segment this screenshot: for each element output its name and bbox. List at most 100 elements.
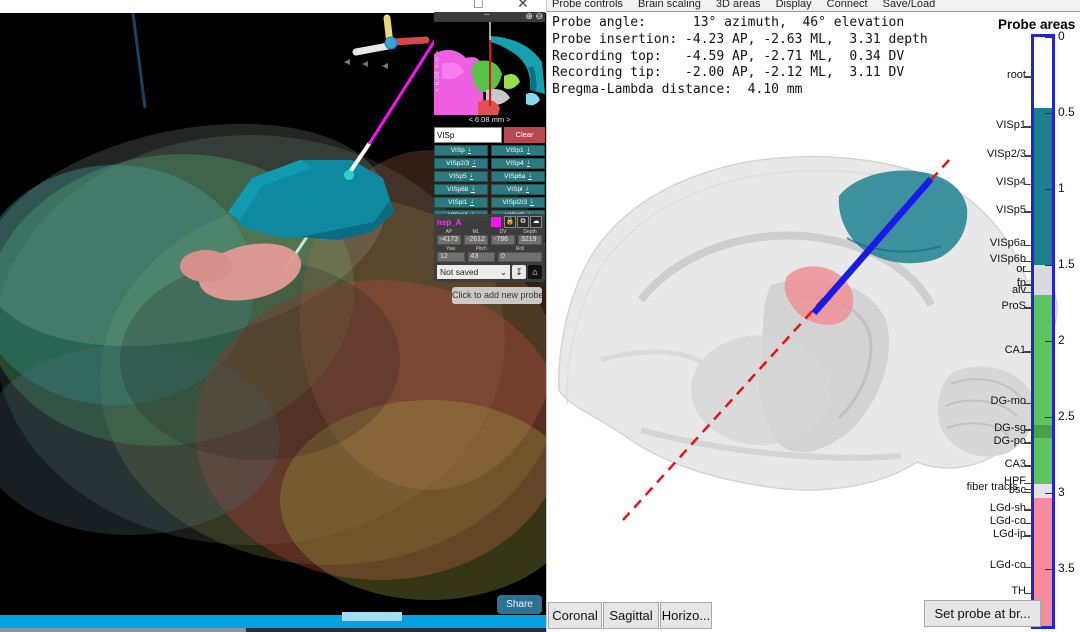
- region-label-ca1: CA1: [1005, 344, 1026, 356]
- depth-tick: [1045, 189, 1054, 191]
- bar-segment: [1034, 265, 1052, 295]
- region-label-visp4: VISp4: [996, 176, 1026, 188]
- duplicate-icon[interactable]: ⧉: [517, 216, 529, 228]
- field-value-depth[interactable]: 3219: [518, 235, 542, 245]
- view-button-coronal[interactable]: Coronal: [548, 602, 602, 629]
- region-tick: [1024, 535, 1032, 537]
- maximize-icon[interactable]: □: [474, 0, 482, 11]
- app-window: □ ✕: [0, 0, 1080, 632]
- region-tick: [1024, 465, 1032, 467]
- area-button-visp6b[interactable]: VISp6b↓: [434, 184, 488, 195]
- bar-segment: [1034, 438, 1052, 484]
- set-probe-at-bregma-button[interactable]: Set probe at br...: [924, 600, 1041, 627]
- cloud-icon[interactable]: ☁: [530, 216, 542, 228]
- download-icon: ↓: [470, 173, 474, 180]
- save-state-value: Not saved: [440, 265, 500, 279]
- area-button-visp1[interactable]: VISp1↓: [491, 145, 545, 156]
- depth-tick: [1045, 113, 1054, 115]
- region-label-lgd-co: LGd-co: [990, 559, 1026, 571]
- area-button-visp5[interactable]: VISp5↓: [434, 171, 488, 182]
- region-tick: [1024, 593, 1032, 595]
- region-label-th: TH: [1011, 585, 1026, 597]
- field-value-yaw[interactable]: 12: [437, 252, 465, 262]
- region-tick: [1024, 351, 1032, 353]
- region-label-root: root: [1007, 69, 1026, 81]
- region-tick: [1024, 403, 1032, 405]
- area-button-label: VISp5: [449, 173, 467, 180]
- area-button-visp4[interactable]: VISp4↓: [491, 158, 545, 169]
- depth-tick: [1045, 493, 1054, 495]
- download-icon: ↓: [470, 199, 474, 206]
- area-button-label: VISpl1: [448, 199, 467, 206]
- depth-tick-label: 0: [1058, 29, 1065, 43]
- area-button-vispl2-3[interactable]: VISpl2/3↓: [491, 197, 545, 208]
- area-button-visp2-3[interactable]: VISp2/3↓: [434, 158, 488, 169]
- field-value-ml[interactable]: -2612: [464, 235, 488, 245]
- bar-segment: [1034, 425, 1052, 439]
- save-icon[interactable]: ↧: [512, 265, 526, 279]
- taskbar[interactable]: [0, 615, 546, 628]
- area-button-label: VISp6a: [504, 173, 525, 180]
- share-button[interactable]: Share: [497, 595, 542, 614]
- atlas-panel-titlebar[interactable]: – ⊕ ⊖: [434, 12, 545, 22]
- left-3d-pane: □ ✕: [0, 0, 546, 632]
- area-search-input[interactable]: [434, 127, 502, 143]
- depth-tick: [1045, 265, 1054, 267]
- brain-silhouette: [559, 157, 1057, 490]
- region-tick: [1024, 126, 1032, 128]
- slice-scale-left: < 6.08 mm >: [434, 50, 441, 92]
- lock-icon[interactable]: 🔒: [504, 216, 516, 228]
- region-label-lgd-co: LGd-co: [990, 515, 1026, 527]
- depth-tick-label: 2.5: [1058, 409, 1075, 423]
- zoom-in-icon[interactable]: ⊕: [525, 11, 533, 22]
- field-value-dv[interactable]: -786: [491, 235, 515, 245]
- probe-color-swatch[interactable]: [491, 217, 501, 227]
- depth-tick: [1045, 569, 1054, 571]
- zoom-out-icon[interactable]: ⊖: [535, 11, 543, 22]
- depth-tick-label: 0.5: [1058, 105, 1075, 119]
- area-button-label: VISp4: [506, 160, 524, 167]
- region-tick: [1024, 492, 1032, 494]
- region-tick: [1024, 155, 1032, 157]
- region-label-visp5: VISp5: [996, 204, 1026, 216]
- area-button-label: VISp2/3: [446, 160, 469, 167]
- area-button-visp[interactable]: VISp↓: [434, 145, 488, 156]
- depth-tick-label: 1.5: [1058, 257, 1075, 271]
- save-state-dropdown[interactable]: Not saved ⌄: [437, 265, 510, 279]
- home-icon[interactable]: ⌂: [528, 265, 542, 279]
- view-button-horizo-[interactable]: Horizo...: [660, 602, 712, 629]
- region-tick: [1024, 184, 1032, 186]
- collapse-dash-icon[interactable]: –: [484, 9, 490, 20]
- region-tick: [1024, 523, 1032, 525]
- clear-search-button[interactable]: Clear: [504, 127, 545, 143]
- coronal-slice-thumbnail[interactable]: [434, 22, 545, 115]
- taskbar-tooltip-box: [342, 612, 402, 621]
- area-button-label: VISpl2/3: [502, 199, 527, 206]
- probe-coordinate-fields: AP-4173ML-2612DV-786Depth3219: [437, 229, 542, 245]
- region-tick: [1024, 284, 1032, 286]
- field-value-roll[interactable]: 0: [498, 252, 542, 262]
- depth-tick-label: 3: [1058, 485, 1065, 499]
- region-tick: [1024, 567, 1032, 569]
- region-tick: [1024, 483, 1032, 485]
- area-button-label: VISp1: [506, 147, 524, 154]
- field-value-ap[interactable]: -4173: [437, 235, 461, 245]
- region-tick: [1024, 211, 1032, 213]
- region-tick: [1024, 429, 1032, 431]
- region-tick: [1024, 292, 1032, 294]
- depth-tick-label: 2: [1058, 333, 1065, 347]
- depth-tick: [1045, 37, 1054, 39]
- area-button-vispl1[interactable]: VISpl1↓: [434, 197, 488, 208]
- area-button-vispl[interactable]: VISpl↓: [491, 184, 545, 195]
- probe-angle-fields: Yaw12Pitch43Roll0: [437, 246, 542, 262]
- view-button-sagittal[interactable]: Sagittal: [603, 602, 659, 629]
- depth-tick: [1045, 341, 1054, 343]
- field-value-pitch[interactable]: 43: [468, 252, 496, 262]
- download-icon: ↓: [528, 173, 532, 180]
- region-label-ca3: CA3: [1005, 458, 1026, 470]
- lgd-3d-blob-small: [180, 250, 232, 282]
- depth-tick-label: 1: [1058, 181, 1065, 195]
- add-probe-button[interactable]: Click to add new probe: [452, 287, 542, 304]
- download-icon: ↓: [468, 147, 472, 154]
- area-button-visp6a[interactable]: VISp6a↓: [491, 171, 545, 182]
